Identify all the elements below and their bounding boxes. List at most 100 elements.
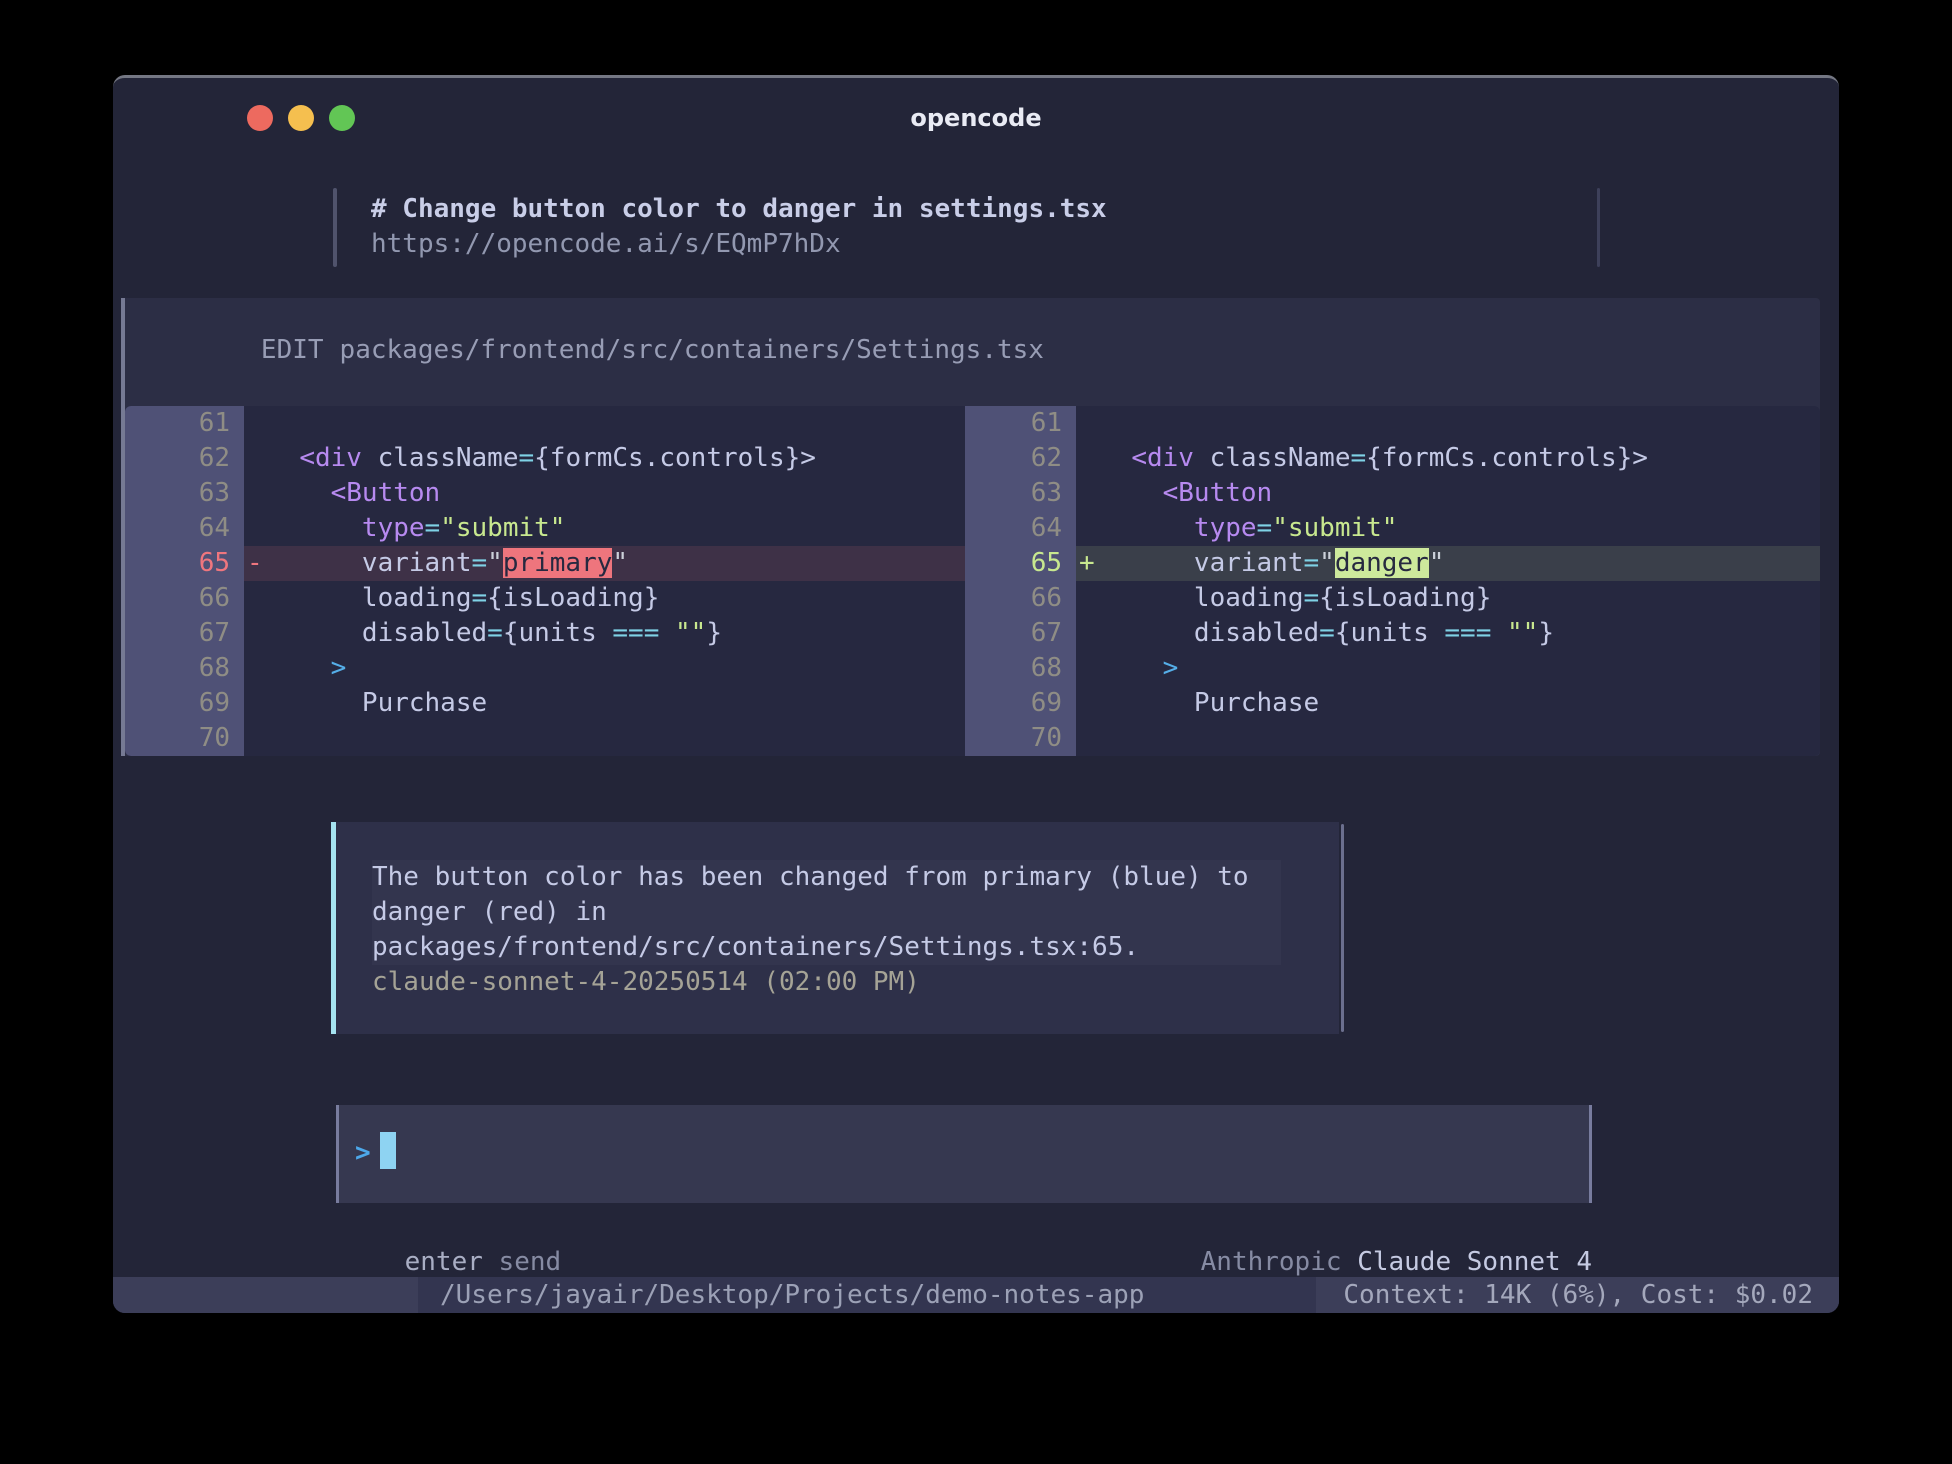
- code-line: [268, 721, 965, 756]
- change-marker: [1076, 686, 1100, 721]
- line-number: 65: [965, 546, 1076, 581]
- change-marker: [1076, 616, 1100, 651]
- diff-line: 65+ variant="danger": [965, 546, 1820, 581]
- code-line: [268, 406, 965, 441]
- diff-line: 68 >: [125, 651, 965, 686]
- hint-enter-key: enter: [405, 1247, 483, 1277]
- change-marker: [1076, 651, 1100, 686]
- line-number: 66: [965, 581, 1076, 616]
- opencode-window: opencode # Change button color to danger…: [113, 75, 1839, 1313]
- diff-line: 69 Purchase: [965, 686, 1820, 721]
- code-line: type="submit": [268, 511, 965, 546]
- model-name: Claude Sonnet 4: [1357, 1247, 1592, 1277]
- line-number: 61: [965, 406, 1076, 441]
- diff-line: 66 loading={isLoading}: [965, 581, 1820, 616]
- prompt-chevron: >: [355, 1138, 371, 1168]
- share-url[interactable]: https://opencode.ai/s/EQmP7hDx: [371, 227, 841, 262]
- change-marker: [244, 406, 268, 441]
- line-number: 69: [965, 686, 1076, 721]
- diff-line: 68 >: [965, 651, 1820, 686]
- working-directory: /Users/jayair/Desktop/Projects/demo-note…: [440, 1277, 1144, 1313]
- change-marker: [1076, 476, 1100, 511]
- code-line: >: [1100, 651, 1820, 686]
- status-bar: opencode v0.1.156 /Users/jayair/Desktop/…: [113, 1277, 1839, 1313]
- diff-line: 64 type="submit": [965, 511, 1820, 546]
- line-number: 64: [965, 511, 1076, 546]
- change-marker: +: [1076, 546, 1100, 581]
- diff-line: 67 disabled={units === ""}: [965, 616, 1820, 651]
- change-marker: [244, 651, 268, 686]
- code-line: >: [268, 651, 965, 686]
- code-line: [1100, 721, 1820, 756]
- change-marker: [1076, 441, 1100, 476]
- code-line: disabled={units === ""}: [1100, 616, 1820, 651]
- code-line: disabled={units === ""}: [268, 616, 965, 651]
- edit-header: EDIT packages/frontend/src/containers/Set…: [125, 298, 1820, 406]
- line-number: 68: [125, 651, 244, 686]
- line-number: 67: [965, 616, 1076, 651]
- line-number: 64: [125, 511, 244, 546]
- change-marker: [1076, 406, 1100, 441]
- change-marker: [1076, 511, 1100, 546]
- line-number: 70: [125, 721, 244, 756]
- composer-input[interactable]: >: [336, 1105, 1592, 1203]
- app-version-segment: opencode v0.1.156: [113, 1277, 418, 1313]
- message-line: danger (red) in: [372, 895, 1281, 930]
- provider-name: Anthropic: [1201, 1247, 1358, 1277]
- window-title: opencode: [113, 102, 1839, 134]
- code-line: loading={isLoading}: [1100, 581, 1820, 616]
- diff-pane-left: 6162 <div className={formCs.controls}>63…: [125, 406, 965, 756]
- diff-pane-right: 6162 <div className={formCs.controls}>63…: [965, 406, 1820, 756]
- assistant-message: The button color has been changed from p…: [331, 822, 1339, 1034]
- line-number: 62: [125, 441, 244, 476]
- diff-line: 62 <div className={formCs.controls}>: [125, 441, 965, 476]
- code-line: variant="danger": [1100, 546, 1820, 581]
- diff-line: 65- variant="primary": [125, 546, 965, 581]
- diff-view: 6162 <div className={formCs.controls}>63…: [125, 406, 1820, 756]
- edit-panel: EDIT packages/frontend/src/containers/Set…: [121, 298, 1820, 756]
- diff-line: 61: [965, 406, 1820, 441]
- code-line: variant="primary": [268, 546, 965, 581]
- code-line: <Button: [1100, 476, 1820, 511]
- desktop: { "window": { "title": "opencode" }, "co…: [0, 0, 1952, 1464]
- message-line: packages/frontend/src/containers/Setting…: [372, 930, 1281, 965]
- line-number: 66: [125, 581, 244, 616]
- diff-line: 62 <div className={formCs.controls}>: [965, 441, 1820, 476]
- diff-line: 70: [965, 721, 1820, 756]
- change-marker: [244, 476, 268, 511]
- diff-line: 63 <Button: [125, 476, 965, 511]
- change-marker: -: [244, 546, 268, 581]
- change-marker: [244, 441, 268, 476]
- diff-line: 66 loading={isLoading}: [125, 581, 965, 616]
- change-marker: [244, 686, 268, 721]
- line-number: 62: [965, 441, 1076, 476]
- prompt-right-border: [1597, 188, 1600, 267]
- code-line: [1100, 406, 1820, 441]
- diff-line: 61: [125, 406, 965, 441]
- hint-send-label: send: [483, 1247, 561, 1277]
- code-line: <Button: [268, 476, 965, 511]
- line-number: 61: [125, 406, 244, 441]
- text-cursor: [380, 1132, 396, 1169]
- prompt-left-border: [333, 188, 337, 267]
- code-line: <div className={formCs.controls}>: [268, 441, 965, 476]
- line-number: 65: [125, 546, 244, 581]
- diff-line: 70: [125, 721, 965, 756]
- change-marker: [244, 511, 268, 546]
- code-line: type="submit": [1100, 511, 1820, 546]
- change-marker: [244, 581, 268, 616]
- diff-line: 63 <Button: [965, 476, 1820, 511]
- diff-line: 64 type="submit": [125, 511, 965, 546]
- line-number: 63: [125, 476, 244, 511]
- line-number: 63: [965, 476, 1076, 511]
- edit-action-label: EDIT: [261, 335, 324, 365]
- line-number: 68: [965, 651, 1076, 686]
- diff-line: 69 Purchase: [125, 686, 965, 721]
- change-marker: [244, 616, 268, 651]
- message-body: The button color has been changed from p…: [372, 860, 1281, 965]
- code-line: Purchase: [268, 686, 965, 721]
- change-marker: [1076, 581, 1100, 616]
- code-line: loading={isLoading}: [268, 581, 965, 616]
- edit-file-path: packages/frontend/src/containers/Setting…: [340, 335, 1044, 365]
- message-model-meta: claude-sonnet-4-20250514 (02:00 PM): [372, 965, 1339, 1000]
